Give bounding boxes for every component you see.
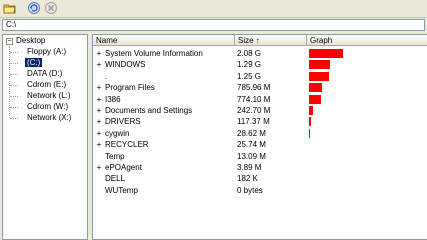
folder-size: 785.96 M — [237, 83, 271, 93]
tree-guide-line — [10, 118, 18, 119]
list-row[interactable]: Temp 13.09 M — [93, 151, 427, 162]
column-header-name[interactable]: Name — [93, 35, 235, 46]
path-field[interactable]: C:\ — [2, 19, 425, 31]
tree-drive-item[interactable]: Cdrom (W:) — [27, 102, 68, 112]
collapse-icon[interactable]: − — [6, 38, 13, 45]
folder-size: 25.74 M — [237, 140, 266, 150]
expand-icon[interactable]: + — [96, 82, 102, 93]
size-graph-bar — [309, 117, 311, 127]
list-row[interactable]: + Documents and Settings 242.70 M — [93, 105, 427, 116]
list-row[interactable]: WUTemp 0 bytes — [93, 185, 427, 196]
tree-root-label: Desktop — [16, 36, 46, 45]
tree-drive-label: Network (L:) — [27, 91, 71, 100]
size-graph-bar — [309, 128, 310, 138]
list-row[interactable]: + DRIVERS 117.37 M — [93, 116, 427, 127]
tree-drive-item[interactable]: (C:) — [25, 58, 43, 68]
tree-guide-line — [10, 74, 18, 75]
expand-icon[interactable]: + — [96, 48, 102, 59]
folder-name: I386 — [105, 94, 121, 104]
folder-name: ePOAgent — [105, 163, 142, 172]
tree-drive-label: Cdrom (W:) — [27, 102, 69, 111]
stop-icon[interactable] — [44, 1, 58, 15]
folder-size: 1.25 G — [237, 71, 262, 81]
tree-drive-label: (C:) — [25, 58, 43, 67]
expand-icon[interactable]: + — [96, 162, 102, 173]
list-row[interactable]: . 1.25 G — [93, 71, 427, 82]
list-row[interactable]: DELL 182 K — [93, 173, 427, 184]
folder-size: 0 bytes — [237, 185, 263, 195]
folder-name: DRIVERS — [105, 117, 141, 127]
tree-guide-line — [10, 52, 18, 53]
folder-name: Documents and Settings — [105, 106, 193, 115]
folder-size: 182 K — [237, 174, 258, 184]
folder-name: WUTemp — [105, 185, 138, 195]
folder-name: System Volume Information — [105, 49, 203, 58]
tree-drive-item[interactable]: Cdrom (E:) — [27, 80, 66, 90]
list-row[interactable]: + I386 774.10 M — [93, 94, 427, 105]
open-folder-icon[interactable] — [3, 1, 17, 15]
tree-guide-line — [10, 96, 18, 97]
expand-icon[interactable]: + — [96, 139, 102, 150]
folder-size: 1.29 G — [237, 60, 262, 70]
folder-tree[interactable]: − Desktop Floppy (A:) (C:) DATA (D:) Cdrom … — [2, 34, 88, 240]
list-row[interactable]: + Program Files 785.96 M — [93, 82, 427, 93]
tree-drive-label: Floppy (A:) — [27, 47, 67, 56]
tree-drive-item[interactable]: DATA (D:) — [27, 69, 62, 79]
size-graph-bar — [309, 83, 322, 93]
expand-icon[interactable]: + — [96, 94, 102, 105]
folder-size: 117.37 M — [237, 117, 270, 127]
folder-name: . — [105, 71, 108, 81]
list-row[interactable]: + System Volume Information 2.08 G — [93, 48, 427, 59]
expand-icon[interactable]: + — [96, 128, 102, 139]
toolbar — [0, 0, 427, 17]
column-header-graph[interactable]: Graph — [307, 35, 427, 46]
folder-name: RECYCLER — [105, 140, 149, 150]
toolbar-separator — [0, 17, 427, 18]
list-row[interactable]: + ePOAgent 3.89 M — [93, 162, 427, 173]
folder-size: 242.70 M — [237, 106, 271, 115]
tree-drive-item[interactable]: Network (L:) — [27, 91, 71, 101]
tree-drive-label: Network (X:) — [27, 113, 72, 122]
tree-drive-label: DATA (D:) — [27, 69, 63, 78]
folder-size: 13.09 M — [237, 151, 266, 161]
size-graph-bar — [309, 71, 329, 81]
tree-guide-line — [10, 107, 18, 108]
list-row[interactable]: + cygwin 28.62 M — [93, 128, 427, 139]
column-header-size[interactable]: Size ↑ — [235, 35, 307, 46]
folder-name: Program Files — [105, 83, 155, 93]
folder-name: DELL — [105, 174, 126, 184]
tree-drive-label: Cdrom (E:) — [27, 80, 67, 89]
folder-name: Temp — [105, 151, 125, 161]
folder-name: WINDOWS — [105, 60, 146, 70]
expand-icon[interactable]: + — [96, 105, 102, 116]
tree-guide-line — [10, 63, 18, 64]
size-graph-bar — [309, 60, 330, 70]
tree-drive-item[interactable]: Floppy (A:) — [27, 47, 66, 57]
tree-guide-line — [9, 46, 10, 116]
directory-list[interactable]: Name Size ↑ Graph + System Volume Informa… — [92, 34, 427, 240]
tree-drive-item[interactable]: Network (X:) — [27, 113, 71, 123]
list-row[interactable]: + RECYCLER 25.74 M — [93, 139, 427, 150]
refresh-icon[interactable] — [27, 1, 41, 15]
list-row[interactable]: + WINDOWS 1.29 G — [93, 59, 427, 70]
tree-guide-line — [10, 85, 18, 86]
folder-size: 774.10 M — [237, 94, 271, 104]
size-graph-bar — [309, 94, 321, 104]
list-header: Name Size ↑ Graph — [93, 35, 427, 46]
folder-size: 3.89 M — [237, 163, 262, 172]
expand-icon[interactable]: + — [96, 59, 102, 70]
folder-size: 2.08 G — [237, 49, 262, 58]
folder-name: cygwin — [105, 128, 130, 138]
expand-icon[interactable]: + — [96, 116, 102, 127]
size-graph-bar — [309, 106, 313, 115]
folder-size: 28.62 M — [237, 128, 266, 138]
size-graph-bar — [309, 49, 343, 58]
tree-root-desktop[interactable]: Desktop — [16, 36, 45, 46]
